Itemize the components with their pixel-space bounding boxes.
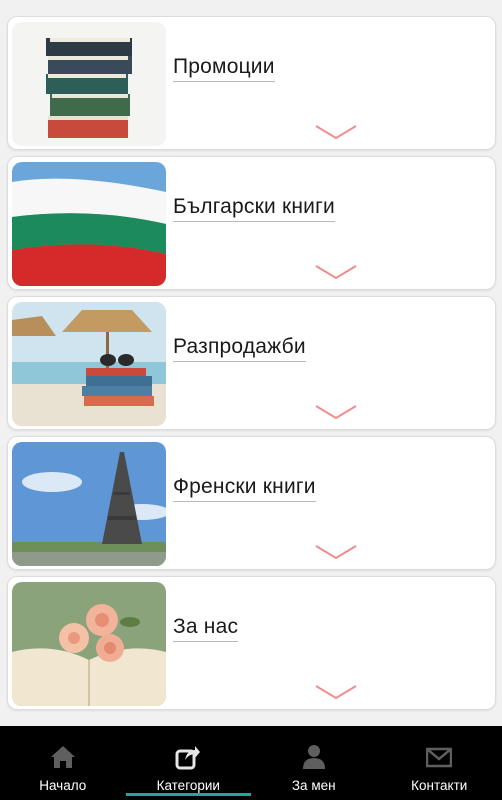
chevron-down-icon[interactable] [314, 404, 358, 420]
category-image-beach-books [12, 302, 166, 426]
nav-label: Категории [156, 778, 220, 793]
category-card-bulgarian-books[interactable]: Български книги [7, 156, 496, 290]
chevron-down-icon[interactable] [314, 264, 358, 280]
nav-label: Контакти [411, 778, 468, 793]
nav-item-contacts[interactable]: Контакти [377, 726, 502, 800]
chevron-down-icon[interactable] [314, 124, 358, 140]
category-image-eiffel-tower [12, 442, 166, 566]
nav-item-about-me[interactable]: За мен [251, 726, 377, 800]
nav-label: Начало [39, 778, 87, 793]
active-tab-indicator [125, 793, 251, 796]
category-title: Промоции [173, 55, 275, 82]
category-card-french-books[interactable]: Френски книги [7, 436, 496, 570]
nav-label: За мен [291, 778, 336, 793]
category-card-sales[interactable]: Разпродажби [7, 296, 496, 430]
nav-item-categories[interactable]: Категории [125, 726, 251, 800]
category-image-stacked-books [12, 22, 166, 146]
category-title: Български книги [173, 195, 335, 222]
mail-icon [426, 747, 453, 768]
external-share-icon [175, 746, 201, 770]
category-title: За нас [173, 615, 239, 642]
category-card-promotions[interactable]: Промоции [7, 16, 496, 150]
home-icon [50, 746, 75, 768]
category-list: Промоции Български книги Разпродажби Фре… [7, 16, 496, 716]
category-image-bulgarian-flag [12, 162, 166, 286]
category-title: Разпродажби [173, 335, 306, 362]
person-icon [302, 745, 325, 769]
chevron-down-icon[interactable] [314, 684, 358, 700]
nav-item-home[interactable]: Начало [0, 726, 126, 800]
category-title: Френски книги [173, 475, 316, 502]
bottom-navigation: Начало Категории За мен Контакти [0, 726, 502, 800]
category-image-roses-on-book [12, 582, 166, 706]
chevron-down-icon[interactable] [314, 544, 358, 560]
category-card-about-us[interactable]: За нас [7, 576, 496, 710]
